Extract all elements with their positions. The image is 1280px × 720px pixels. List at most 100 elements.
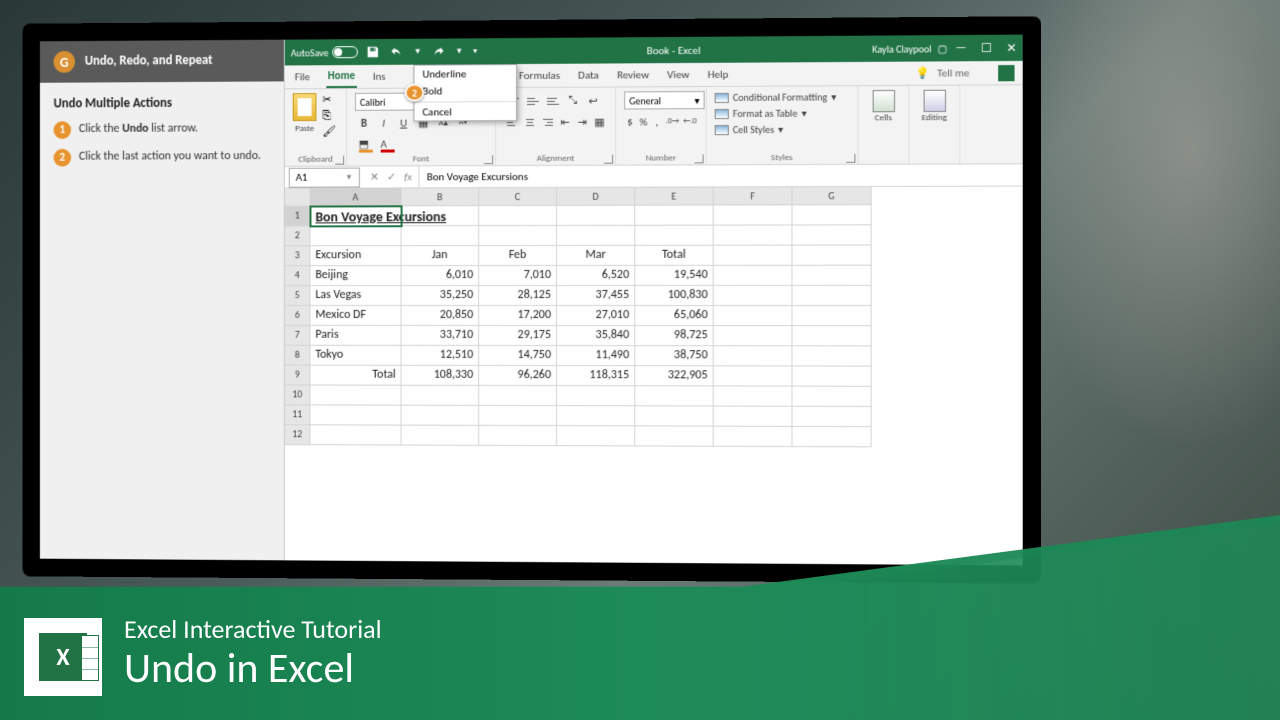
fx-icon[interactable]: fx xyxy=(404,170,412,183)
cell-F9[interactable] xyxy=(714,366,793,386)
cell-E2[interactable] xyxy=(635,226,714,246)
cell-G7[interactable] xyxy=(792,326,871,346)
format-as-table[interactable]: Format as Table▾ xyxy=(715,106,850,120)
cell-F8[interactable] xyxy=(714,346,793,366)
col-C[interactable]: C xyxy=(479,188,557,206)
row-4[interactable]: 4 xyxy=(285,266,311,286)
cell-B4[interactable]: 6,010 xyxy=(402,266,480,286)
font-color-button[interactable]: A xyxy=(375,135,393,153)
cell-E9[interactable]: 322,905 xyxy=(635,366,714,386)
cell-E6[interactable]: 65,060 xyxy=(635,306,714,326)
tab-insert[interactable]: Ins xyxy=(371,66,388,87)
cell-C4[interactable]: 7,010 xyxy=(479,266,557,286)
cell-A7[interactable]: Paris xyxy=(311,326,402,346)
cell-A12[interactable] xyxy=(311,425,402,445)
col-E[interactable]: E xyxy=(635,187,714,205)
cell-C11[interactable] xyxy=(479,406,557,426)
tab-view[interactable]: View xyxy=(665,64,691,85)
tab-home[interactable]: Home xyxy=(326,65,357,88)
undo-cancel[interactable]: Cancel xyxy=(414,101,516,120)
minimize-button[interactable]: — xyxy=(956,41,967,56)
cell-C12[interactable] xyxy=(479,426,557,446)
cell-D9[interactable]: 118,315 xyxy=(557,366,635,386)
cell-E10[interactable] xyxy=(635,386,714,406)
cell-G12[interactable] xyxy=(792,427,871,447)
undo-item-bold[interactable]: Bold xyxy=(414,82,516,100)
italic-button[interactable]: I xyxy=(375,114,393,132)
cut-icon[interactable]: ✂ xyxy=(322,93,338,107)
cell-A8[interactable]: Tokyo xyxy=(311,346,402,366)
cell-E8[interactable]: 38,750 xyxy=(635,346,714,366)
save-icon[interactable] xyxy=(366,45,380,59)
cell-B12[interactable] xyxy=(402,426,480,446)
cell-B2[interactable] xyxy=(402,226,480,246)
close-button[interactable]: ✕ xyxy=(1006,40,1016,55)
cell-A6[interactable]: Mexico DF xyxy=(311,306,402,326)
number-format-combo[interactable]: General▾ xyxy=(624,91,704,109)
col-D[interactable]: D xyxy=(557,188,635,206)
cells-group[interactable]: Cells xyxy=(858,86,909,164)
row-1[interactable]: 1 xyxy=(285,207,311,227)
redo-icon[interactable] xyxy=(431,45,445,59)
cell-D10[interactable] xyxy=(557,386,635,406)
cancel-formula-icon[interactable]: ✕ xyxy=(370,170,379,183)
row-6[interactable]: 6 xyxy=(285,306,311,326)
tab-review[interactable]: Review xyxy=(615,64,651,85)
cell-F4[interactable] xyxy=(714,266,793,286)
select-all-corner[interactable] xyxy=(285,189,311,207)
row-9[interactable]: 9 xyxy=(285,366,311,386)
cell-G4[interactable] xyxy=(792,266,871,286)
editing-group[interactable]: Editing xyxy=(909,86,960,164)
formula-input[interactable]: Bon Voyage Excursions xyxy=(419,168,1023,183)
col-B[interactable]: B xyxy=(402,188,480,206)
cell-G6[interactable] xyxy=(792,306,871,326)
cell-C6[interactable]: 17,200 xyxy=(479,306,557,326)
decrease-indent[interactable]: ⇤ xyxy=(558,113,573,131)
cell-C2[interactable] xyxy=(479,226,557,246)
cell-E1[interactable] xyxy=(635,206,714,226)
bold-button[interactable]: B xyxy=(355,114,373,132)
cell-G11[interactable] xyxy=(792,407,871,427)
cell-E11[interactable] xyxy=(635,406,714,426)
cell-D3[interactable]: Mar xyxy=(557,246,635,266)
cell-D8[interactable]: 11,490 xyxy=(557,346,635,366)
align-center[interactable] xyxy=(522,113,538,131)
cell-F3[interactable] xyxy=(714,246,793,266)
percent-button[interactable]: % xyxy=(638,112,650,130)
row-12[interactable]: 12 xyxy=(285,425,311,445)
format-painter-icon[interactable]: 🖌 xyxy=(322,125,338,139)
cell-F7[interactable] xyxy=(714,326,793,346)
cell-A4[interactable]: Beijing xyxy=(311,266,402,286)
row-7[interactable]: 7 xyxy=(285,326,311,346)
cell-D12[interactable] xyxy=(557,426,635,446)
increase-decimal[interactable]: .0→ xyxy=(665,112,680,130)
user-name[interactable]: Kayla Claypool ▢ xyxy=(872,42,947,56)
cell-A5[interactable]: Las Vegas xyxy=(311,286,402,306)
cell-B6[interactable]: 20,850 xyxy=(402,306,480,326)
share-icon[interactable] xyxy=(998,65,1014,81)
row-5[interactable]: 5 xyxy=(285,286,311,306)
maximize-button[interactable]: ☐ xyxy=(981,40,992,55)
align-right[interactable] xyxy=(540,113,556,131)
paste-button[interactable]: Paste xyxy=(293,93,317,152)
cell-E3[interactable]: Total xyxy=(635,246,714,266)
col-F[interactable]: F xyxy=(714,187,793,205)
undo-item-underline[interactable]: Underline xyxy=(414,65,516,83)
increase-indent[interactable]: ⇥ xyxy=(575,113,590,131)
tab-formulas[interactable]: Formulas xyxy=(517,65,562,86)
align-bottom[interactable] xyxy=(544,92,562,110)
cell-E4[interactable]: 19,540 xyxy=(635,266,714,286)
tell-me[interactable]: 💡Tell me xyxy=(912,58,974,88)
wrap-text-button[interactable]: ↩ xyxy=(584,92,602,110)
cell-D5[interactable]: 37,455 xyxy=(557,286,635,306)
autosave-toggle[interactable]: AutoSave xyxy=(291,46,358,59)
cell-G2[interactable] xyxy=(792,225,871,245)
tab-file[interactable]: File xyxy=(293,66,312,87)
cell-F2[interactable] xyxy=(714,225,793,245)
cell-styles[interactable]: Cell Styles▾ xyxy=(715,123,850,137)
cell-E7[interactable]: 98,725 xyxy=(635,326,714,346)
cell-C8[interactable]: 14,750 xyxy=(479,346,557,366)
cell-E5[interactable]: 100,830 xyxy=(635,286,714,306)
cell-A3[interactable]: Excursion xyxy=(311,246,402,266)
cell-G8[interactable] xyxy=(792,346,871,366)
